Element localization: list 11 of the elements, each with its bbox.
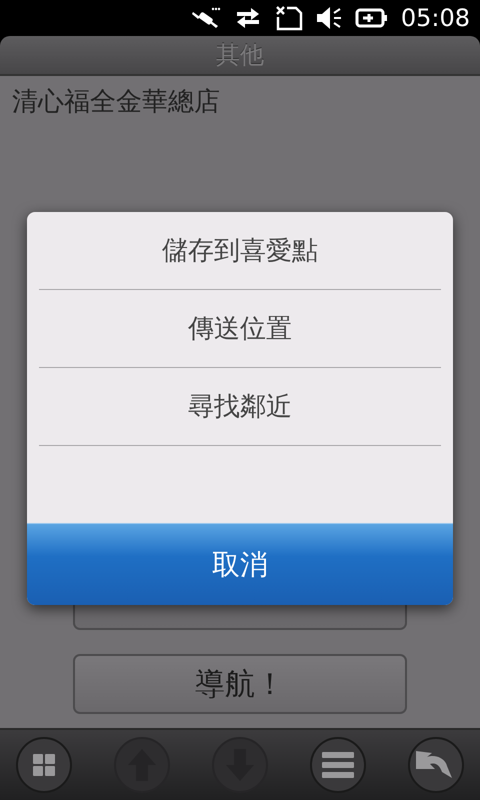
satellite-icon xyxy=(190,6,221,30)
clock: 05:08 xyxy=(400,4,470,32)
menu-option[interactable]: 儲存到喜愛點 xyxy=(162,233,318,268)
speaker-muted-icon xyxy=(314,5,343,31)
sim-card-icon xyxy=(274,5,303,31)
menu-option[interactable]: 傳送位置 xyxy=(188,311,292,346)
menu-option[interactable]: 尋找鄰近 xyxy=(188,389,292,424)
battery-charging-icon xyxy=(354,6,389,30)
cancel-button[interactable]: 取消 xyxy=(27,523,453,605)
action-button[interactable]: 導航！ xyxy=(73,654,407,714)
place-name: 清心福全金華總店 xyxy=(12,86,220,119)
